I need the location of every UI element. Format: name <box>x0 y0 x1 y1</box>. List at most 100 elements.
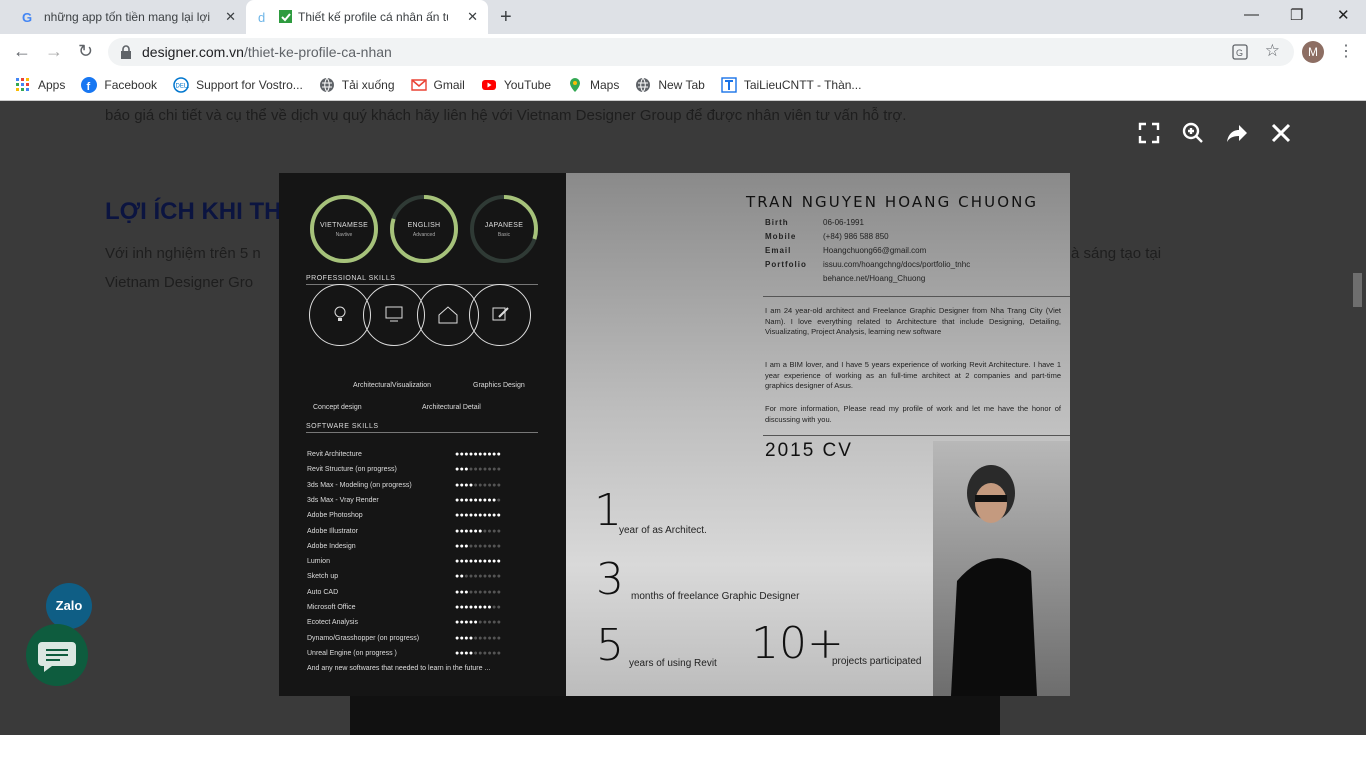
bookmark-label: Gmail <box>433 78 465 92</box>
vertical-scrollbar[interactable] <box>1349 101 1366 735</box>
bookmark-label: New Tab <box>658 78 705 92</box>
lightbox-image-cv[interactable]: VIETNAMESE Navtive ENGLISH Advanced JAPANESE… <box>279 173 1070 696</box>
youtube-icon <box>481 80 496 90</box>
skill-label: ArchitecturalVisualization <box>353 382 432 389</box>
zalo-chat-button[interactable]: Zalo <box>46 583 92 629</box>
birth-label: Birth <box>765 218 789 227</box>
stat-caption: year of as Architect. <box>619 525 707 536</box>
maps-icon <box>570 78 580 92</box>
chat-bubble-icon <box>38 642 76 672</box>
language-name: ENGLISH <box>407 222 441 229</box>
cv-right-panel: TRAN NGUYEN HOANG CHUONG Birth 06-06-199… <box>566 173 1070 696</box>
dell-icon: DELL <box>173 77 189 93</box>
svg-text:f: f <box>87 81 91 93</box>
avatar[interactable]: M <box>1302 41 1324 63</box>
bookmark-label: Support for Vostro... <box>196 78 303 92</box>
reload-icon[interactable]: ↻ <box>78 41 93 62</box>
email-value: Hoangchuong66@gmail.com <box>823 246 927 255</box>
cv-year-title: 2015 CV <box>765 440 853 461</box>
bookmark-maps[interactable]: Maps <box>567 77 619 93</box>
software-name: 3ds Max - Vray Render <box>307 496 379 504</box>
new-tab-icon[interactable]: + <box>500 6 512 29</box>
stat-caption: projects participated <box>832 656 922 667</box>
share-icon[interactable] <box>1225 121 1249 145</box>
forward-icon[interactable]: → <box>45 41 63 62</box>
tab-title: những app tốn tiền mang lại lợi í <box>44 10 214 24</box>
apps-grid-icon <box>16 78 29 91</box>
software-level-dots: ●●●●●●●●●● <box>455 604 502 611</box>
translate-icon[interactable]: G <box>1232 44 1248 60</box>
software-name: 3ds Max - Modeling (on progress) <box>307 481 412 489</box>
bookmark-label: TaiLieuCNTT - Thàn... <box>743 78 862 92</box>
stat-caption: months of freelance Graphic Designer <box>631 591 800 602</box>
close-tab-icon[interactable]: ✕ <box>467 9 478 25</box>
tab-active-designer[interactable]: d Thiết kế profile cá nhân ấn tư ✕ <box>246 0 488 34</box>
software-name: Adobe Illustrator <box>307 527 358 535</box>
cv-left-panel: VIETNAMESE Navtive ENGLISH Advanced JAPANESE… <box>279 173 566 696</box>
svg-text:G: G <box>1236 48 1243 58</box>
facebook-icon: f <box>81 77 98 93</box>
globe-icon <box>319 77 334 93</box>
bookmark-label: Tải xuống <box>341 78 395 92</box>
bookmark-tai-xuong[interactable]: Tải xuống <box>319 77 395 93</box>
svg-text:d: d <box>258 10 265 25</box>
software-name: Adobe Indesign <box>307 542 356 550</box>
bookmark-label: YouTube <box>503 78 551 92</box>
lock-icon <box>121 45 131 59</box>
software-level-dots: ●●●●●●●●●● <box>455 496 502 504</box>
body-text-fragment: à sáng tạo tại <box>1071 245 1162 262</box>
software-level-dots: ●●●●●●●●●● <box>455 649 502 657</box>
maximize-icon[interactable]: ❐ <box>1290 6 1303 24</box>
checkbox-emoji-icon <box>279 10 292 23</box>
skill-label: Architectural Detail <box>422 404 481 411</box>
close-tab-icon[interactable]: ✕ <box>225 9 236 25</box>
about-paragraph: I am 24 year-old architect and Freelance… <box>765 306 1061 336</box>
bookmark-new-tab[interactable]: New Tab <box>635 77 705 93</box>
body-text-line: báo giá chi tiết và cụ thể về dịch vụ qu… <box>105 107 907 124</box>
software-level-dots: ●●●●●●●●●● <box>455 512 502 520</box>
software-name: Revit Architecture <box>307 451 362 458</box>
language-level: Advanced <box>412 232 436 238</box>
bookmark-dell-support[interactable]: DELL Support for Vostro... <box>173 77 303 93</box>
software-name: Adobe Photoshop <box>307 512 363 520</box>
scrollbar-thumb[interactable] <box>1353 273 1362 307</box>
svg-text:G: G <box>22 10 32 25</box>
divider <box>763 435 1070 436</box>
close-icon[interactable] <box>1269 121 1293 145</box>
address-bar[interactable]: designer.com.vn/thiet-ke-profile-ca-nhan… <box>108 38 1294 66</box>
minimize-icon[interactable]: — <box>1244 6 1259 23</box>
skill-label: Graphics Design <box>473 382 525 389</box>
portfolio-value: behance.net/Hoang_Chuong <box>823 274 926 283</box>
section-heading: LỢI ÍCH KHI TH <box>105 198 282 225</box>
bookmark-facebook[interactable]: f Facebook <box>81 77 157 93</box>
stat-number: 1 <box>594 485 622 536</box>
window-close-icon[interactable]: ✕ <box>1337 6 1350 24</box>
language-name: VIETNAMESE <box>319 222 369 229</box>
divider <box>763 296 1070 297</box>
software-level-dots: ●●●●●●●●●● <box>455 619 502 627</box>
software-level-dots: ●●●●●●●●●● <box>455 573 502 581</box>
software-level-dots: ●●●●●●●●●● <box>455 634 502 642</box>
fullscreen-icon[interactable] <box>1137 121 1161 145</box>
bookmark-youtube[interactable]: YouTube <box>481 77 551 93</box>
language-name: JAPANESE <box>484 222 524 229</box>
bookmark-gmail[interactable]: Gmail <box>410 77 465 93</box>
zoom-in-icon[interactable] <box>1181 121 1205 145</box>
bookmarks-bar: Apps f Facebook DELL Support for Vostro.… <box>0 70 1366 101</box>
bookmark-star-icon[interactable]: ☆ <box>1265 41 1280 61</box>
chat-button[interactable] <box>26 624 88 686</box>
about-paragraph: For more information, Please read my pro… <box>765 404 1061 424</box>
language-ring-graphic <box>390 195 458 263</box>
back-icon[interactable]: ← <box>13 41 31 62</box>
bookmark-tailieucntt[interactable]: TaiLieuCNTT - Thàn... <box>721 77 862 93</box>
gmail-icon <box>410 79 427 91</box>
software-level-dots: ●●●●●●●●●● <box>455 466 502 474</box>
bookmark-apps[interactable]: Apps <box>15 77 65 93</box>
software-level-dots: ●●●●●●●●●● <box>455 481 502 489</box>
menu-kebab-icon[interactable]: ⋮ <box>1338 41 1354 61</box>
tab-google-search[interactable]: G những app tốn tiền mang lại lợi í ✕ <box>8 0 246 34</box>
body-text-fragment: Vietnam Designer Gro <box>105 274 254 291</box>
software-level-dots: ●●●●●●●●●● <box>455 542 502 550</box>
stat-number: 10+ <box>751 618 844 669</box>
stat-number: 5 <box>596 620 624 671</box>
